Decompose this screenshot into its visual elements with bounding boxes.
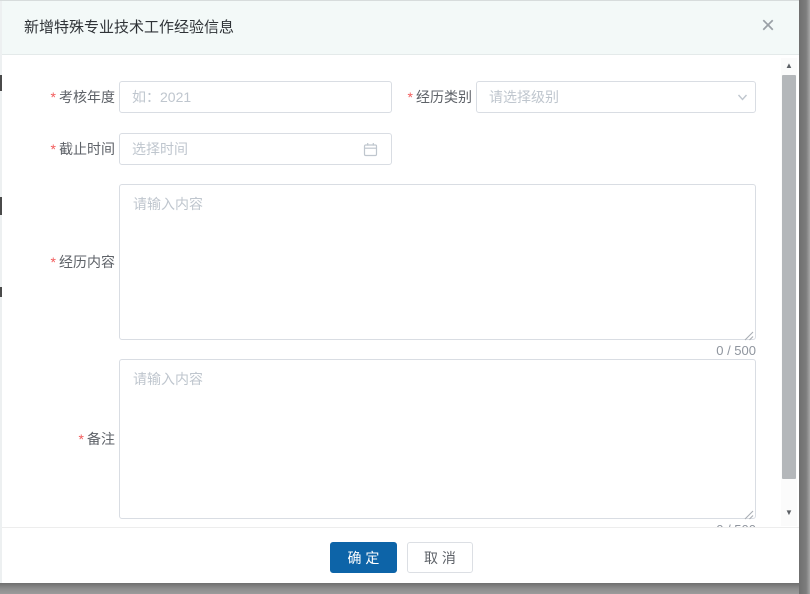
dialog-body: * 考核年度 * 经历类别 * 截止时间 — [2, 56, 799, 527]
experience-content-textarea[interactable] — [119, 184, 756, 340]
modal-screen: 新增特殊专业技术工作经验信息 × * 考核年度 * 经历类别 — [0, 0, 810, 594]
experience-category-select[interactable] — [476, 81, 756, 113]
backdrop-bottom-edge — [0, 583, 799, 594]
required-asterisk: * — [51, 254, 56, 270]
remark-label: * 备注 — [20, 359, 115, 519]
char-counter: 0 / 500 — [119, 343, 756, 358]
backdrop-top-edge — [0, 0, 799, 1]
scrollbar[interactable]: ▲ ▼ — [781, 58, 797, 526]
remark-textarea[interactable] — [119, 359, 756, 519]
close-icon: × — [761, 12, 775, 39]
scroll-up-button[interactable]: ▲ — [781, 59, 797, 73]
experience-content-label: * 经历内容 — [20, 184, 115, 340]
assessment-year-input[interactable] — [119, 81, 392, 113]
scroll-down-button[interactable]: ▼ — [781, 506, 797, 520]
scroll-thumb[interactable] — [782, 75, 796, 479]
required-asterisk: * — [79, 431, 84, 447]
dialog-footer: 确 定 取 消 — [2, 527, 799, 583]
required-asterisk: * — [51, 141, 56, 157]
close-button[interactable]: × — [755, 13, 781, 41]
chevron-down-icon — [736, 91, 749, 109]
cancel-button[interactable]: 取 消 — [407, 542, 473, 573]
deadline-label: * 截止时间 — [20, 133, 115, 165]
backdrop-right-edge — [799, 0, 810, 594]
add-experience-dialog: 新增特殊专业技术工作经验信息 × * 考核年度 * 经历类别 — [2, 0, 799, 583]
dialog-header: 新增特殊专业技术工作经验信息 × — [2, 0, 799, 55]
required-asterisk: * — [408, 89, 413, 105]
deadline-input[interactable] — [119, 133, 392, 165]
required-asterisk: * — [51, 89, 56, 105]
assessment-year-label: * 考核年度 — [20, 81, 115, 113]
confirm-button[interactable]: 确 定 — [330, 542, 397, 573]
experience-category-label: * 经历类别 — [395, 81, 472, 113]
dialog-title: 新增特殊专业技术工作经验信息 — [24, 0, 234, 55]
calendar-icon[interactable] — [363, 142, 378, 162]
